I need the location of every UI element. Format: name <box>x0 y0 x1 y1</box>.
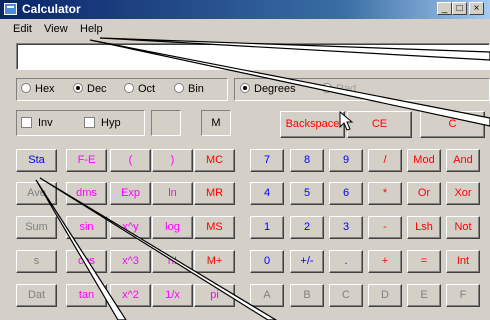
key-9[interactable]: 9 <box>329 149 363 172</box>
window-title: Calculator <box>22 2 81 16</box>
radio-oct-dot <box>124 83 134 93</box>
open-paren-button[interactable]: ( <box>110 149 151 172</box>
add-button[interactable]: + <box>368 250 402 273</box>
lsh-button[interactable]: Lsh <box>407 216 441 239</box>
calculator-icon <box>4 3 17 15</box>
ce-button[interactable]: CE <box>347 111 412 138</box>
radio-bin-label: Bin <box>188 83 204 95</box>
radio-oct[interactable]: Oct <box>124 83 155 97</box>
key-2[interactable]: 2 <box>290 216 324 239</box>
radio-hex[interactable]: Hex <box>21 83 55 97</box>
title-bar: Calculator _ □ × <box>0 0 490 19</box>
hex-e-button[interactable]: E <box>407 284 441 307</box>
key-4[interactable]: 4 <box>250 182 284 205</box>
multiply-button[interactable]: * <box>368 182 402 205</box>
mod-button[interactable]: Mod <box>407 149 441 172</box>
radio-bin[interactable]: Bin <box>174 83 204 97</box>
m-plus-button[interactable]: M+ <box>194 250 235 273</box>
radio-bin-dot <box>174 83 184 93</box>
close-paren-button[interactable]: ) <box>152 149 193 172</box>
subtract-button[interactable]: - <box>368 216 402 239</box>
decimal-button[interactable]: . <box>329 250 363 273</box>
memory-indicator: M <box>201 110 231 136</box>
hex-a-button[interactable]: A <box>250 284 284 307</box>
key-0[interactable]: 0 <box>250 250 284 273</box>
dat-button[interactable]: Dat <box>16 284 57 307</box>
maximize-button[interactable]: □ <box>452 2 467 15</box>
cos-button[interactable]: cos <box>66 250 107 273</box>
key-5[interactable]: 5 <box>290 182 324 205</box>
negate-button[interactable]: +/- <box>290 250 324 273</box>
reciprocal-button[interactable]: 1/x <box>152 284 193 307</box>
parenthesis-indicator <box>151 110 181 136</box>
equals-button[interactable]: = <box>407 250 441 273</box>
hex-c-button[interactable]: C <box>329 284 363 307</box>
radio-radians[interactable]: Rad <box>322 83 356 97</box>
radio-hex-dot <box>21 83 31 93</box>
fe-button[interactable]: F-E <box>66 149 107 172</box>
hyp-label: Hyp <box>101 117 121 129</box>
inv-checkbox[interactable]: Inv <box>21 117 53 129</box>
radio-dec-dot <box>73 83 83 93</box>
key-1[interactable]: 1 <box>250 216 284 239</box>
key-6[interactable]: 6 <box>329 182 363 205</box>
hex-f-button[interactable]: F <box>446 284 480 307</box>
pi-button[interactable]: pi <box>194 284 235 307</box>
clear-button[interactable]: C <box>420 111 485 138</box>
mouse-cursor-icon <box>339 111 354 131</box>
ln-button[interactable]: ln <box>152 182 193 205</box>
display-field[interactable] <box>16 43 490 70</box>
int-button[interactable]: Int <box>446 250 480 273</box>
tan-button[interactable]: tan <box>66 284 107 307</box>
divide-button[interactable]: / <box>368 149 402 172</box>
ms-button[interactable]: MS <box>194 216 235 239</box>
hyp-checkbox-box <box>84 117 95 128</box>
radio-radians-label: Rad <box>336 83 357 95</box>
exp-button[interactable]: Exp <box>110 182 151 205</box>
hex-b-button[interactable]: B <box>290 284 324 307</box>
minimize-button[interactable]: _ <box>437 2 452 15</box>
x-square-button[interactable]: x^2 <box>110 284 151 307</box>
key-3[interactable]: 3 <box>329 216 363 239</box>
factorial-button[interactable]: n! <box>152 250 193 273</box>
menu-bar: Edit View Help <box>0 20 490 38</box>
mc-button[interactable]: MC <box>194 149 235 172</box>
inv-checkbox-box <box>21 117 32 128</box>
sin-button[interactable]: sin <box>66 216 107 239</box>
inv-label: Inv <box>38 117 53 129</box>
x-pow-y-button[interactable]: x^y <box>110 216 151 239</box>
hyp-checkbox[interactable]: Hyp <box>84 117 121 129</box>
xor-button[interactable]: Xor <box>446 182 480 205</box>
dms-button[interactable]: dms <box>66 182 107 205</box>
sta-button[interactable]: Sta <box>16 149 57 172</box>
hex-d-button[interactable]: D <box>368 284 402 307</box>
radio-degrees[interactable]: Degrees <box>240 83 296 97</box>
menu-help[interactable]: Help <box>80 23 103 35</box>
backspace-button[interactable]: Backspace <box>280 111 345 138</box>
radio-dec[interactable]: Dec <box>73 83 107 97</box>
radio-oct-label: Oct <box>138 83 156 95</box>
not-button[interactable]: Not <box>446 216 480 239</box>
radio-degrees-dot <box>240 83 250 93</box>
mr-button[interactable]: MR <box>194 182 235 205</box>
menu-edit[interactable]: Edit <box>13 23 32 35</box>
or-button[interactable]: Or <box>407 182 441 205</box>
key-8[interactable]: 8 <box>290 149 324 172</box>
menu-view[interactable]: View <box>44 23 68 35</box>
key-7[interactable]: 7 <box>250 149 284 172</box>
x-cube-button[interactable]: x^3 <box>110 250 151 273</box>
ave-button[interactable]: Ave <box>16 182 57 205</box>
radio-degrees-label: Degrees <box>254 83 296 95</box>
and-button[interactable]: And <box>446 149 480 172</box>
radio-hex-label: Hex <box>35 83 55 95</box>
log-button[interactable]: log <box>152 216 193 239</box>
radio-radians-dot <box>322 83 332 93</box>
s-button[interactable]: s <box>16 250 57 273</box>
close-button[interactable]: × <box>469 2 484 15</box>
radio-dec-label: Dec <box>87 83 107 95</box>
sum-button[interactable]: Sum <box>16 216 57 239</box>
